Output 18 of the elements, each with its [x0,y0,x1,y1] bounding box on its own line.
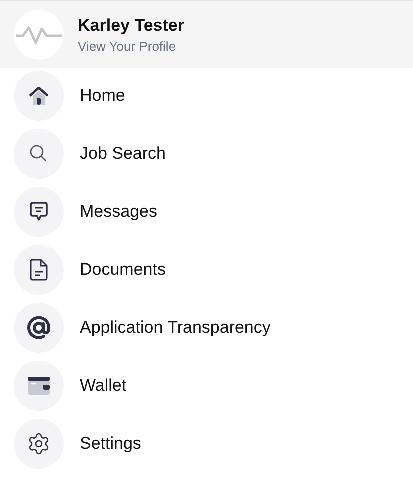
menu-item[interactable]: Messages [80,199,158,225]
menu-item[interactable]: Job Search [80,141,166,167]
user-name: Karley Tester [78,16,184,34]
menu-item[interactable]: Wallet [80,373,127,399]
chat-bubble-icon [29,201,49,223]
profile-header[interactable]: Karley Tester View Your Profile [0,0,413,68]
house-icon [29,87,49,105]
gear-icon [27,432,51,456]
menu-item[interactable]: Settings [80,431,142,457]
document-icon [30,259,48,281]
at-sign-icon [27,316,51,340]
search-icon [29,144,49,164]
menu-item[interactable]: Documents [80,257,166,283]
profile-link[interactable]: View Your Profile [78,40,184,52]
menu-item[interactable]: Home [80,83,126,109]
menu-item[interactable]: Application Transparency [80,315,271,341]
wallet-icon [27,376,51,396]
pulse-icon [16,24,62,44]
